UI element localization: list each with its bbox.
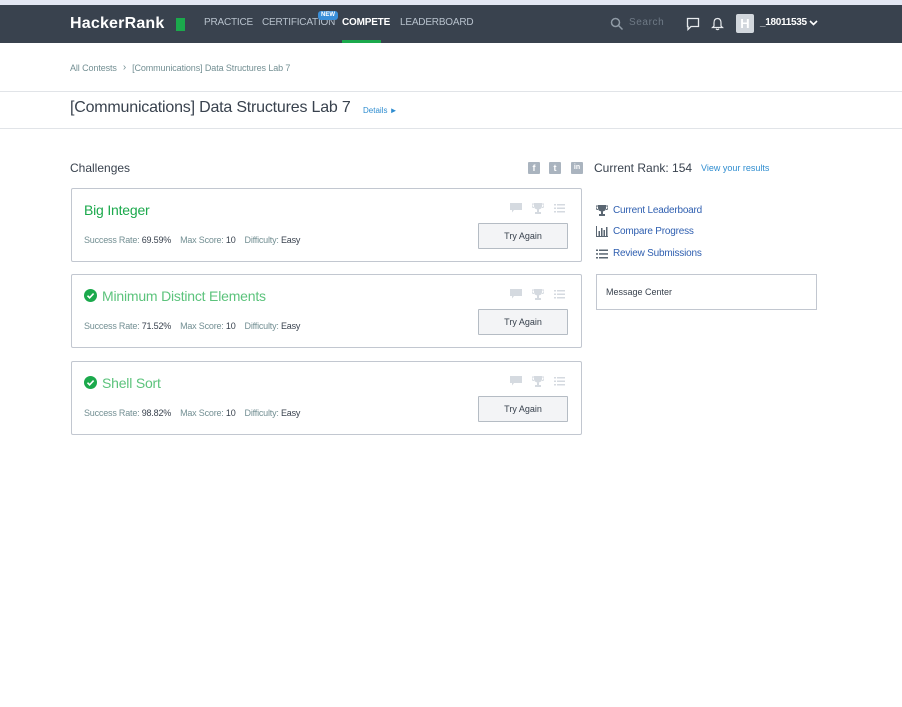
challenge-card[interactable]: Shell Sort Success Rate: 98.82% Max Score…: [71, 361, 582, 435]
chat-icon[interactable]: [686, 17, 700, 31]
try-again-button[interactable]: Try Again: [478, 396, 568, 422]
list-icon[interactable]: [554, 376, 565, 386]
try-again-button[interactable]: Try Again: [478, 309, 568, 335]
message-center-label: Message Center: [606, 287, 673, 297]
difficulty: Easy: [281, 235, 301, 245]
page-title: [Communications] Data Structures Lab 7: [70, 99, 351, 116]
max-score: 10: [225, 408, 236, 418]
challenge-card[interactable]: Minimum Distinct Elements Success Rate: …: [71, 274, 582, 348]
avatar[interactable]: H: [736, 14, 754, 33]
challenge-icons: [510, 289, 565, 300]
navbar: HackerRank PRACTICE CERTIFICATION NEW CO…: [0, 5, 902, 43]
trophy-icon[interactable]: [532, 203, 544, 214]
try-again-button[interactable]: Try Again: [478, 223, 568, 249]
breadcrumb-current[interactable]: [Communications] Data Structures Lab 7: [132, 63, 290, 73]
review-submissions-link[interactable]: Review Submissions: [596, 248, 702, 259]
twitter-icon[interactable]: t: [549, 162, 561, 174]
breadcrumb: All Contests › [Communications] Data Str…: [70, 62, 290, 73]
discussion-icon[interactable]: [510, 376, 522, 386]
difficulty: Easy: [281, 321, 301, 331]
bell-icon[interactable]: [711, 17, 724, 31]
active-tab-indicator: [342, 40, 381, 43]
difficulty: Easy: [281, 408, 301, 418]
discussion-icon[interactable]: [510, 203, 522, 213]
challenge-card[interactable]: Big Integer Success Rate: 69.59% Max Scor…: [71, 188, 582, 262]
trophy-icon[interactable]: [532, 376, 544, 387]
breadcrumb-all-contests[interactable]: All Contests: [70, 63, 117, 73]
challenge-meta: Success Rate: 71.52% Max Score: 10 Difficu…: [84, 321, 301, 331]
list-icon[interactable]: [554, 289, 565, 299]
challenges-heading: Challenges: [70, 161, 131, 175]
username[interactable]: _18011535: [760, 17, 807, 28]
challenge-icons: [510, 203, 565, 214]
solved-check-icon: [84, 289, 97, 302]
view-results-link[interactable]: View your results: [701, 163, 769, 173]
breadcrumb-chevron-icon: ›: [122, 62, 127, 73]
nav-leaderboard[interactable]: LEADERBOARD: [400, 17, 474, 28]
success-rate: 98.82%: [141, 408, 172, 418]
challenge-icons: [510, 376, 565, 387]
divider: [0, 91, 902, 92]
bar-chart-icon: [596, 226, 608, 237]
current-rank: Current Rank: 154: [594, 161, 693, 175]
new-badge: NEW: [318, 11, 338, 20]
chevron-down-icon[interactable]: [809, 19, 818, 27]
list-icon[interactable]: [554, 203, 565, 213]
max-score: 10: [225, 321, 236, 331]
list-icon: [596, 249, 608, 258]
search-input[interactable]: Search: [629, 17, 664, 28]
logo[interactable]: HackerRank: [70, 15, 165, 33]
challenge-meta: Success Rate: 69.59% Max Score: 10 Difficu…: [84, 235, 301, 245]
solved-check-icon: [84, 376, 97, 389]
nav-compete[interactable]: COMPETE: [342, 17, 390, 28]
facebook-icon[interactable]: f: [528, 162, 540, 174]
max-score: 10: [225, 235, 236, 245]
current-leaderboard-link[interactable]: Current Leaderboard: [596, 205, 702, 216]
message-center[interactable]: Message Center: [596, 274, 817, 310]
logo-mark-icon: [176, 18, 185, 31]
challenge-title[interactable]: Big Integer: [84, 202, 150, 218]
search-icon[interactable]: [610, 17, 624, 31]
success-rate: 69.59%: [141, 235, 172, 245]
trophy-icon[interactable]: [532, 289, 544, 300]
compare-progress-link[interactable]: Compare Progress: [596, 226, 694, 237]
linkedin-icon[interactable]: in: [571, 162, 583, 174]
divider: [0, 128, 902, 129]
challenge-meta: Success Rate: 98.82% Max Score: 10 Difficu…: [84, 408, 301, 418]
discussion-icon[interactable]: [510, 289, 522, 299]
challenge-title[interactable]: Shell Sort: [102, 375, 161, 391]
challenge-title[interactable]: Minimum Distinct Elements: [102, 288, 266, 304]
nav-practice[interactable]: PRACTICE: [204, 17, 253, 28]
details-link[interactable]: Details ►: [363, 106, 398, 115]
trophy-icon: [596, 205, 608, 216]
success-rate: 71.52%: [141, 321, 172, 331]
